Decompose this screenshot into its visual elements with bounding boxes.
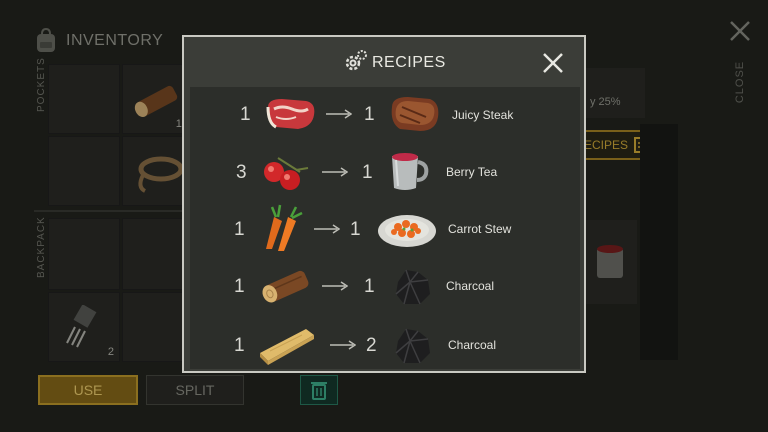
input-quantity: 3 [236, 162, 247, 183]
tea-mug-icon [392, 153, 429, 190]
gears-icon [345, 50, 367, 71]
arrow-right-icon [314, 224, 340, 234]
berries-icon [264, 157, 309, 190]
arrow-right-icon [322, 281, 348, 291]
charcoal-icon [395, 269, 430, 305]
input-quantity: 1 [234, 219, 245, 240]
recipe-row-charcoal-log[interactable]: 1 1 Charcoal [190, 258, 580, 315]
dialog-header: RECIPES [184, 37, 584, 87]
recipe-name: Charcoal [446, 279, 495, 293]
carrots-icon [266, 204, 303, 251]
recipe-row-carrot-stew[interactable]: 1 1 Carrot Stew [190, 201, 580, 258]
recipe-row-berry-tea[interactable]: 3 1 Berry Tea [190, 144, 580, 201]
output-quantity: 2 [366, 335, 377, 356]
recipe-list[interactable]: 1 1 Juicy Steak 3 1 Berry Tea 1 1 Carrot… [190, 87, 580, 369]
output-quantity: 1 [362, 162, 373, 183]
output-quantity: 1 [364, 276, 375, 297]
output-quantity: 1 [364, 104, 375, 125]
recipe-name: Juicy Steak [452, 108, 514, 122]
plank-icon [260, 329, 314, 365]
charcoal-icon [395, 328, 430, 364]
arrow-right-icon [326, 109, 352, 119]
dialog-title: RECIPES [372, 54, 446, 71]
arrow-right-icon [330, 340, 356, 350]
input-quantity: 1 [240, 104, 251, 125]
input-quantity: 1 [234, 335, 245, 356]
recipe-row-charcoal-plank[interactable]: 1 2 Charcoal [190, 315, 580, 369]
recipe-name: Carrot Stew [448, 222, 512, 236]
recipe-name: Berry Tea [446, 165, 498, 179]
close-icon[interactable] [541, 51, 565, 75]
stew-plate-icon [378, 215, 436, 247]
raw-meat-icon [266, 99, 315, 129]
recipe-name: Charcoal [448, 338, 497, 352]
recipe-row-juicy-steak[interactable]: 1 1 Juicy Steak [190, 87, 580, 144]
input-quantity: 1 [234, 276, 245, 297]
log-icon [262, 270, 309, 303]
steak-icon [391, 97, 439, 131]
arrow-right-icon [322, 167, 348, 177]
output-quantity: 1 [350, 219, 361, 240]
recipes-dialog: RECIPES 1 1 Juicy Steak 3 1 Berry Tea 1 … [182, 35, 586, 373]
